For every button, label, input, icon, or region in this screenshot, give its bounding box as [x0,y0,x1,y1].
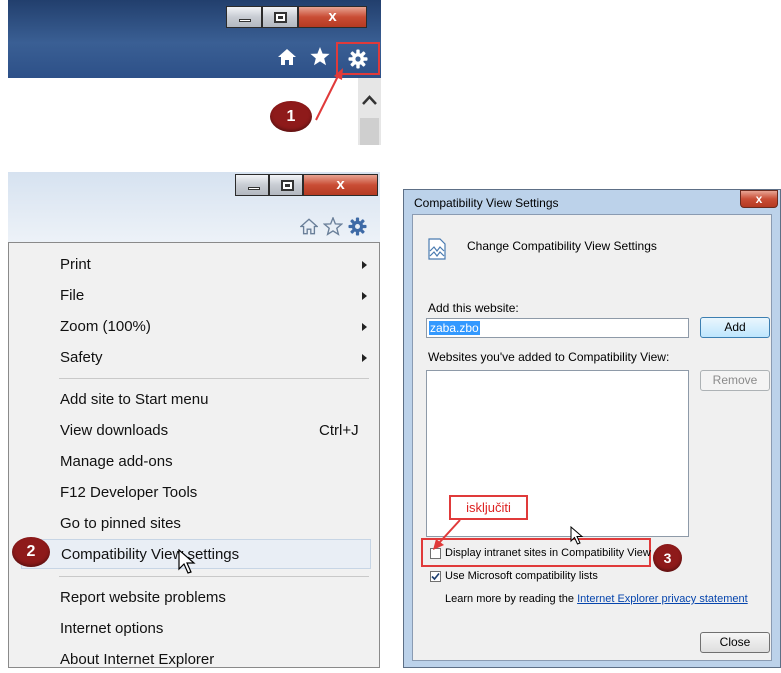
close-icon: x [328,8,337,25]
menu-item-pinned-sites[interactable]: Go to pinned sites [21,510,371,537]
menu-item-label: Safety [60,349,103,366]
microsoft-lists-checkbox[interactable] [430,571,441,582]
learn-more-text: Learn more by reading the Internet Explo… [445,593,748,605]
menu-item-about[interactable]: About Internet Explorer [21,646,371,673]
minimize-button[interactable] [226,6,262,28]
menu-separator [59,576,369,577]
menu-separator [59,378,369,379]
menu-item-add-site[interactable]: Add site to Start menu [21,386,371,413]
star-icon[interactable] [323,217,343,236]
window-controls: x [226,6,367,28]
websites-list-label: Websites you've added to Compatibility V… [428,350,670,364]
home-icon[interactable] [300,218,318,235]
close-dialog-button[interactable]: Close [700,632,770,653]
maximize-button[interactable] [262,6,298,28]
menu-item-label: Report website problems [60,589,226,606]
menu-item-label: Zoom (100%) [60,318,151,335]
close-icon: x [336,176,345,193]
microsoft-lists-label: Use Microsoft compatibility lists [445,570,598,582]
scrollbar-thumb[interactable] [360,118,379,145]
home-icon[interactable] [277,48,297,66]
menu-item-label: Print [60,256,91,273]
menu-item-file[interactable]: File [21,282,371,309]
submenu-arrow-icon [362,323,367,331]
menu-item-label: View downloads [60,422,169,439]
maximize-icon [274,12,287,23]
menu-item-label: File [60,287,85,304]
menu-item-safety[interactable]: Safety [21,344,371,371]
minimize-icon [248,187,260,190]
menu-item-label: Manage add-ons [60,453,173,470]
maximize-button[interactable] [269,174,303,196]
close-button[interactable]: x [303,174,378,196]
dialog-title: Compatibility View Settings [414,196,559,210]
maximize-icon [281,180,294,191]
menu-item-print[interactable]: Print [21,251,371,278]
minimize-icon [239,19,251,22]
window-controls: x [235,174,378,196]
compatibility-view-dialog: Compatibility View Settings x Change Com… [403,189,781,668]
mouse-cursor-icon [570,526,584,545]
menu-item-shortcut: Ctrl+J [319,422,359,439]
step-badge-2: 2 [12,537,50,567]
add-website-value: zaba.zbo [429,321,480,335]
menu-item-label: Internet options [60,620,164,637]
close-icon: x [755,192,763,206]
menu-item-label: Add site to Start menu [60,391,209,408]
tools-menu: Print File Zoom (100%) Safety Add site t… [8,242,380,668]
menu-item-zoom[interactable]: Zoom (100%) [21,313,371,340]
privacy-statement-link[interactable]: Internet Explorer privacy statement [577,593,748,605]
browser-titlebar-menu: x [8,172,380,242]
callout-pointer-icon [433,519,461,550]
menu-item-internet-options[interactable]: Internet options [21,615,371,642]
dialog-body: Change Compatibility View Settings Add t… [412,214,772,661]
star-icon[interactable] [309,46,331,67]
submenu-arrow-icon [362,354,367,362]
broken-page-icon [428,238,446,260]
menu-item-view-downloads[interactable]: View downloads Ctrl+J [21,417,371,444]
submenu-arrow-icon [362,292,367,300]
menu-item-label: Compatibility View settings [61,546,240,563]
submenu-arrow-icon [362,261,367,269]
chevron-up-icon[interactable] [358,88,381,112]
learn-more-prefix: Learn more by reading the [445,593,575,605]
gear-icon [348,49,368,69]
add-website-label: Add this website: [428,301,519,315]
checkmark-icon [431,572,440,581]
menu-item-report-problems[interactable]: Report website problems [21,584,371,611]
add-website-input[interactable]: zaba.zbo [426,318,689,338]
menu-item-label: Go to pinned sites [60,515,181,532]
gear-icon[interactable] [348,217,367,236]
step-badge-3: 3 [653,544,682,572]
remove-button[interactable]: Remove [700,370,770,391]
step-badge-1: 1 [270,101,312,132]
menu-item-label: About Internet Explorer [60,651,215,668]
dialog-close-button[interactable]: x [740,190,778,208]
add-button[interactable]: Add [700,317,770,338]
pointer-arrow-icon [315,68,343,121]
menu-item-compatibility-view[interactable]: Compatibility View settings [21,539,371,569]
intranet-checkbox-label: Display intranet sites in Compatibility … [445,547,651,559]
mouse-cursor-icon [178,549,196,574]
menu-item-label: F12 Developer Tools [60,484,198,501]
menu-item-developer-tools[interactable]: F12 Developer Tools [21,479,371,506]
menu-item-manage-addons[interactable]: Manage add-ons [21,448,371,475]
minimize-button[interactable] [235,174,269,196]
dialog-heading: Change Compatibility View Settings [467,239,657,253]
close-button[interactable]: x [298,6,367,28]
callout-label: isključiti [449,495,528,520]
